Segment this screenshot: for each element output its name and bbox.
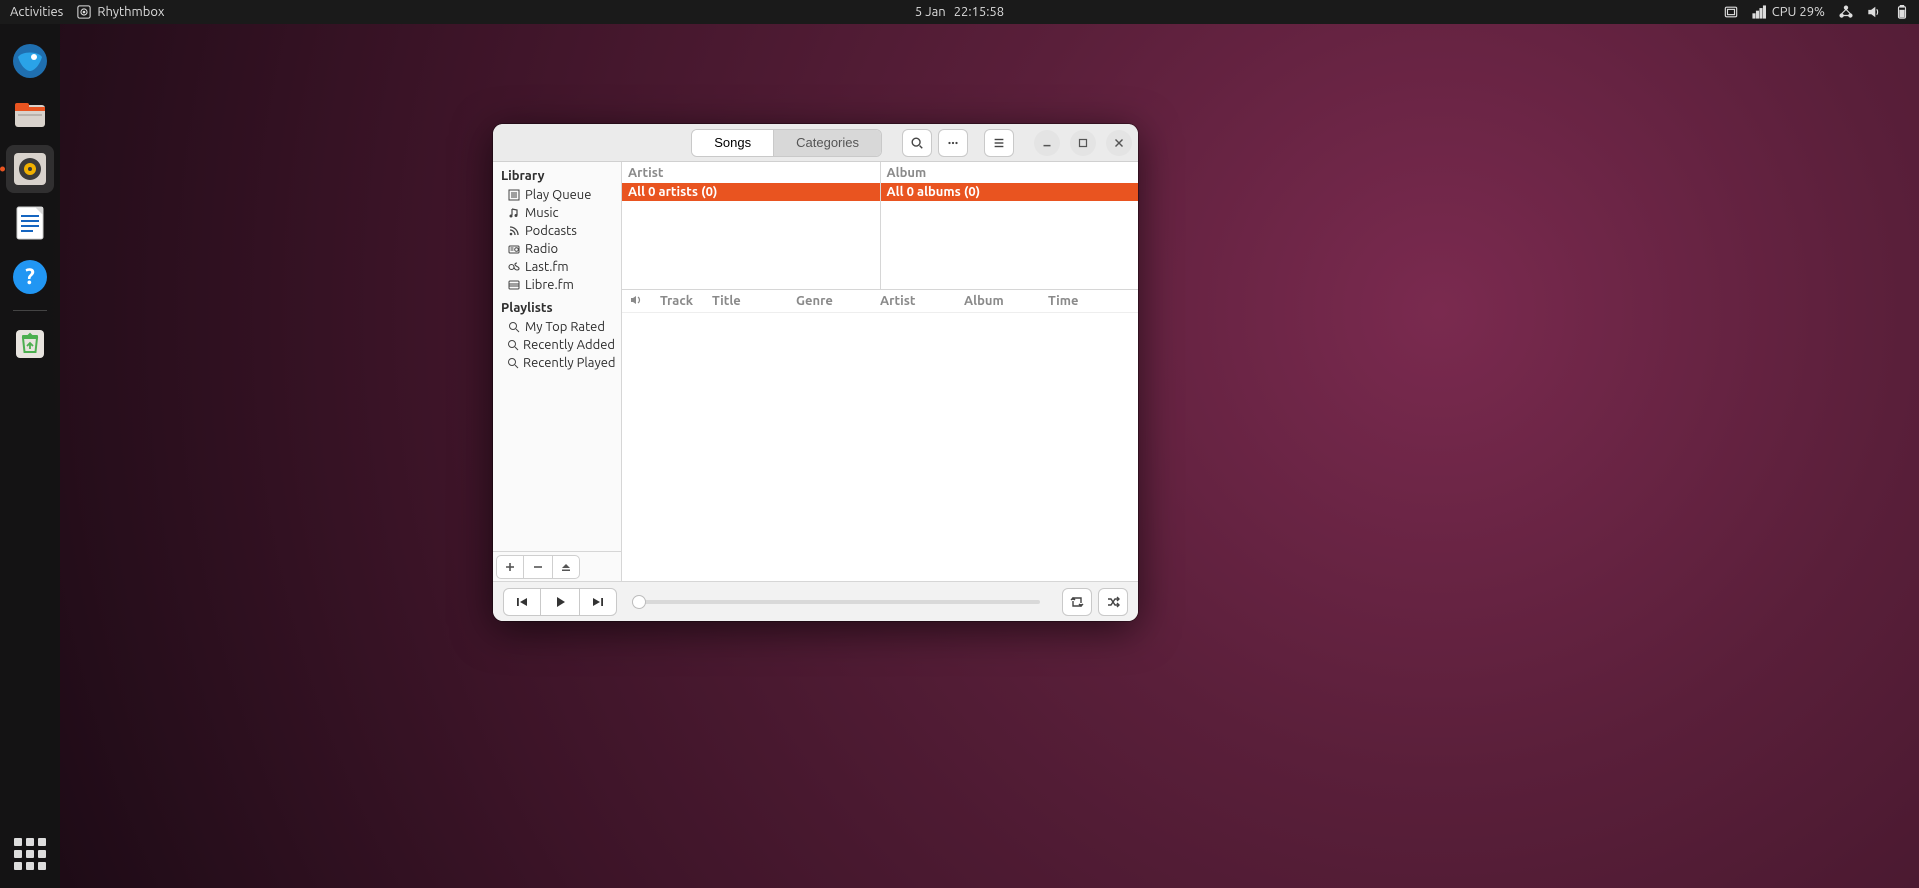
shuffle-button[interactable] <box>1098 588 1128 616</box>
artist-column-header[interactable]: Artist <box>622 162 880 183</box>
sidebar-item-label: Play Queue <box>525 188 591 202</box>
previous-button[interactable] <box>503 588 541 616</box>
more-button[interactable] <box>938 129 968 157</box>
activities-button[interactable]: Activities <box>10 5 63 19</box>
sidebar-music[interactable]: Music <box>493 204 621 222</box>
add-playlist-button[interactable] <box>496 555 524 579</box>
sidebar-library-header: Library <box>493 162 621 186</box>
dock-trash[interactable] <box>6 320 54 368</box>
sidebar-item-label: Last.fm <box>525 260 569 274</box>
hamburger-menu-button[interactable] <box>984 129 1014 157</box>
music-icon <box>507 207 521 219</box>
playing-column-icon[interactable] <box>630 294 646 308</box>
gnome-top-bar: Activities Rhythmbox 5 Jan 22:15:58 CPU … <box>0 0 1919 24</box>
sidebar-item-label: My Top Rated <box>525 320 605 334</box>
col-album[interactable]: Album <box>964 294 1034 308</box>
date-text: 5 Jan <box>915 5 946 19</box>
minimize-button[interactable] <box>1034 130 1060 156</box>
maximize-button[interactable] <box>1070 130 1096 156</box>
rhythmbox-indicator-icon <box>77 5 91 19</box>
titlebar: Songs Categories <box>493 124 1138 162</box>
cpu-bars-icon <box>1752 5 1766 19</box>
clock[interactable]: 5 Jan 22:15:58 <box>915 5 1004 19</box>
col-artist[interactable]: Artist <box>880 294 950 308</box>
tab-songs[interactable]: Songs <box>692 130 773 156</box>
sidebar-item-label: Recently Played <box>523 356 616 370</box>
dock: ? <box>0 24 60 888</box>
search-button[interactable] <box>902 129 932 157</box>
sidebar-item-label: Libre.fm <box>525 278 574 292</box>
play-button[interactable] <box>541 588 579 616</box>
next-button[interactable] <box>579 588 617 616</box>
track-list[interactable]: Track Title Genre Artist Album Time <box>622 290 1138 581</box>
album-column-header[interactable]: Album <box>881 162 1139 183</box>
sidebar-item-label: Recently Added <box>523 338 615 352</box>
sidebar-recently-played[interactable]: Recently Played <box>493 354 621 372</box>
svg-text:?: ? <box>25 264 35 289</box>
player-footer <box>493 581 1138 621</box>
smart-playlist-icon <box>507 321 521 333</box>
sidebar-bottom-toolbar <box>493 551 621 581</box>
playback-controls <box>503 588 617 616</box>
sidebar-librefm[interactable]: Libre.fm <box>493 276 621 294</box>
radio-icon <box>507 243 521 255</box>
repeat-button[interactable] <box>1062 588 1092 616</box>
sidebar-recently-added[interactable]: Recently Added <box>493 336 621 354</box>
time-text: 22:15:58 <box>954 5 1004 19</box>
tab-categories[interactable]: Categories <box>773 130 881 156</box>
album-all-row[interactable]: All 0 albums (0) <box>881 183 1139 201</box>
sidebar: Library Play Queue Music Podcasts Radio <box>493 162 622 581</box>
dock-help[interactable]: ? <box>6 253 54 301</box>
active-app-indicator[interactable]: Rhythmbox <box>77 5 164 19</box>
col-genre[interactable]: Genre <box>796 294 866 308</box>
track-list-header: Track Title Genre Artist Album Time <box>622 290 1138 313</box>
seek-knob[interactable] <box>632 595 646 609</box>
smart-playlist-icon <box>507 339 519 351</box>
seek-slider[interactable] <box>639 600 1040 604</box>
sidebar-radio[interactable]: Radio <box>493 240 621 258</box>
dock-separator <box>13 310 47 311</box>
dock-thunderbird[interactable] <box>6 37 54 85</box>
col-title[interactable]: Title <box>712 294 782 308</box>
volume-icon[interactable] <box>1867 5 1881 19</box>
lastfm-icon <box>507 261 521 273</box>
album-browser[interactable]: Album All 0 albums (0) <box>880 162 1139 289</box>
librefm-icon <box>507 279 521 291</box>
sidebar-item-label: Music <box>525 206 559 220</box>
show-applications-button[interactable] <box>14 838 46 870</box>
sidebar-podcasts[interactable]: Podcasts <box>493 222 621 240</box>
artist-all-row[interactable]: All 0 artists (0) <box>622 183 880 201</box>
view-switcher: Songs Categories <box>691 129 882 157</box>
col-time[interactable]: Time <box>1048 294 1088 308</box>
cpu-text: CPU 29% <box>1772 5 1825 19</box>
close-button[interactable] <box>1106 130 1132 156</box>
eject-button[interactable] <box>552 555 580 579</box>
remove-playlist-button[interactable] <box>524 555 552 579</box>
sidebar-play-queue[interactable]: Play Queue <box>493 186 621 204</box>
sidebar-playlists-header: Playlists <box>493 294 621 318</box>
smart-playlist-icon <box>507 357 519 369</box>
dock-rhythmbox[interactable] <box>6 145 54 193</box>
rhythmbox-window: Songs Categories Library <box>493 124 1138 621</box>
sidebar-my-top-rated[interactable]: My Top Rated <box>493 318 621 336</box>
col-track[interactable]: Track <box>660 294 698 308</box>
dock-writer[interactable] <box>6 199 54 247</box>
main-pane: Artist All 0 artists (0) Album All 0 alb… <box>622 162 1138 581</box>
battery-icon[interactable] <box>1895 5 1909 19</box>
active-app-name: Rhythmbox <box>97 5 164 19</box>
rss-icon <box>507 225 521 237</box>
dock-files[interactable] <box>6 91 54 139</box>
artist-browser[interactable]: Artist All 0 artists (0) <box>622 162 880 289</box>
network-icon[interactable] <box>1839 5 1853 19</box>
sidebar-item-label: Radio <box>525 242 558 256</box>
queue-icon <box>507 189 521 201</box>
screen-capture-icon[interactable] <box>1724 5 1738 19</box>
sidebar-item-label: Podcasts <box>525 224 577 238</box>
cpu-indicator[interactable]: CPU 29% <box>1752 5 1825 19</box>
sidebar-lastfm[interactable]: Last.fm <box>493 258 621 276</box>
